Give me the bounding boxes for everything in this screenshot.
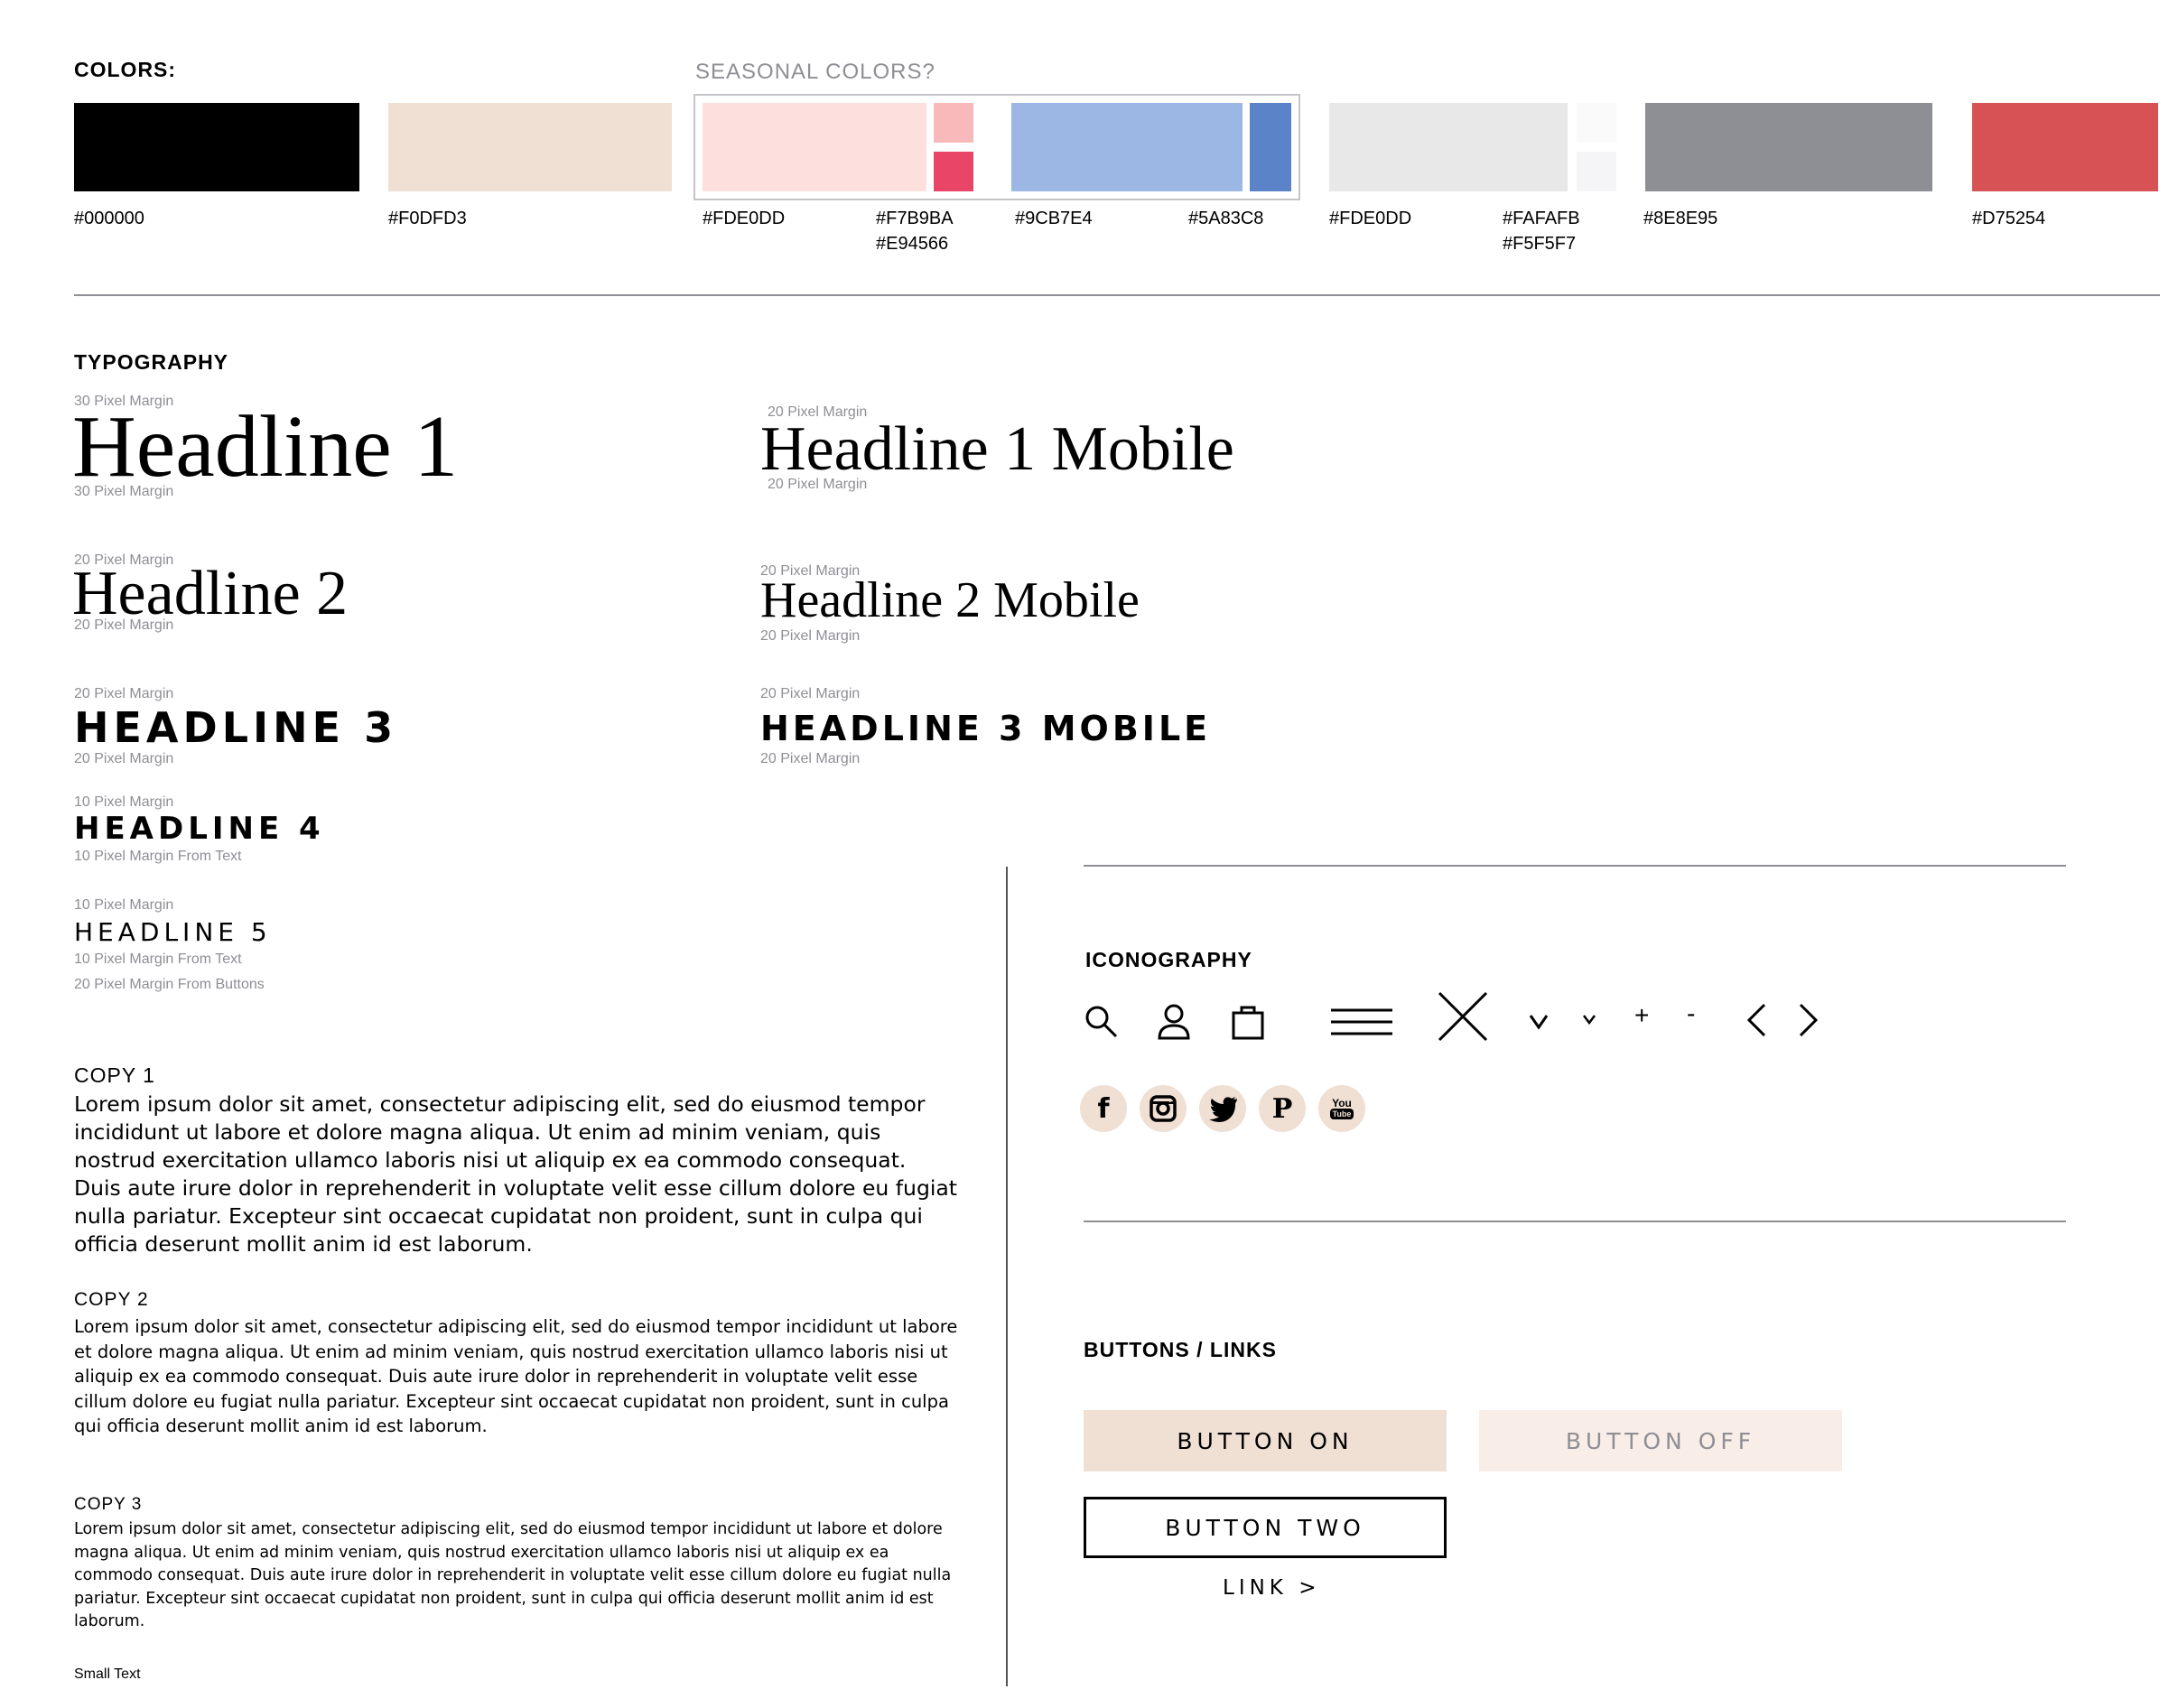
hex-pink-light: #FDE0DD (703, 209, 786, 228)
twitter-glyph (1209, 1097, 1237, 1122)
iconography-title: ICONOGRAPHY (1085, 948, 1252, 971)
divider-colors (74, 294, 2160, 296)
hex-black: #000000 (74, 209, 144, 228)
small-text: Small Text (74, 1666, 141, 1682)
bag-icon[interactable] (1230, 1002, 1266, 1042)
instagram-glyph (1150, 1095, 1177, 1122)
swatch-black (74, 103, 359, 191)
divider-iconography-bottom (1084, 1221, 2066, 1222)
chevron-right-icon[interactable] (1797, 1002, 1820, 1038)
swatch-tan (388, 103, 672, 191)
hex-blue-light: #9CB7E4 (1015, 209, 1093, 228)
link[interactable]: LINK > (1223, 1576, 1320, 1600)
youtube-glyph-top: You (1332, 1097, 1352, 1109)
swatch-blue-light (1011, 103, 1243, 191)
pinterest-icon[interactable]: P (1259, 1085, 1306, 1132)
margin-note: 20 Pixel Margin (74, 686, 174, 701)
copy-2-label: COPY 2 (74, 1289, 149, 1310)
headline-1: Headline 1 (72, 398, 459, 496)
facebook-icon[interactable]: f (1080, 1085, 1127, 1132)
facebook-glyph: f (1097, 1092, 1110, 1125)
margin-note: 10 Pixel Margin From Text (74, 951, 242, 967)
swatch-pink-light (703, 103, 926, 191)
swatch-blue-dark (1250, 103, 1291, 191)
menu-icon[interactable] (1329, 1006, 1394, 1038)
margin-note: 10 Pixel Margin From Text (74, 849, 242, 864)
copy-1-label: COPY 1 (74, 1063, 155, 1087)
margin-note: 30 Pixel Margin (74, 484, 174, 499)
copy-2-text: Lorem ipsum dolor sit amet, consectetur … (74, 1316, 958, 1436)
twitter-icon[interactable] (1199, 1085, 1246, 1132)
swatch-gray-lighter (1577, 103, 1616, 143)
colors-title: COLORS: (74, 58, 177, 81)
minus-icon[interactable]: - (1687, 1000, 1695, 1027)
margin-note: 20 Pixel Margin (74, 751, 174, 766)
margin-note: 20 Pixel Margin From Buttons (74, 977, 265, 992)
instagram-icon[interactable] (1140, 1085, 1187, 1132)
margin-note: 20 Pixel Margin (760, 751, 861, 766)
hex-gray-light: #FDE0DD (1329, 209, 1412, 228)
margin-note: 20 Pixel Margin (74, 617, 174, 633)
chevron-down-icon[interactable] (1528, 1011, 1550, 1031)
youtube-glyph-bottom: Tube (1329, 1109, 1354, 1119)
copy-1-text: Lorem ipsum dolor sit amet, consectetur … (74, 1091, 958, 1257)
hex-red: #D75254 (1972, 209, 2046, 228)
swatch-red (1972, 103, 2158, 191)
chevron-left-icon[interactable] (1745, 1002, 1768, 1038)
search-icon[interactable] (1084, 1004, 1120, 1040)
plus-icon[interactable]: + (1634, 1002, 1649, 1029)
button-off[interactable]: BUTTON OFF (1479, 1410, 1842, 1471)
hex-blue-dark: #5A83C8 (1188, 209, 1264, 228)
swatch-gray-lightest (1577, 152, 1616, 191)
typography-title: TYPOGRAPHY (74, 350, 229, 374)
buttons-title: BUTTONS / LINKS (1084, 1338, 1277, 1361)
headline-2-mobile: Headline 2 Mobile (760, 572, 1140, 628)
headline-4: HEADLINE 4 (74, 811, 325, 847)
margin-note: 10 Pixel Margin (74, 897, 174, 913)
pinterest-glyph: P (1271, 1092, 1293, 1125)
margin-note: 20 Pixel Margin (760, 686, 861, 701)
headline-3: HEADLINE 3 (74, 703, 398, 752)
button-on[interactable]: BUTTON ON (1084, 1410, 1447, 1471)
swatch-gray-light (1329, 103, 1568, 191)
youtube-icon[interactable]: You Tube (1318, 1085, 1365, 1132)
swatch-gray-dark (1645, 103, 1932, 191)
margin-note: 20 Pixel Margin (760, 628, 861, 644)
close-icon[interactable] (1436, 989, 1490, 1044)
hex-tan: #F0DFD3 (388, 209, 467, 228)
headline-3-mobile: HEADLINE 3 MOBILE (760, 709, 1212, 748)
button-two[interactable]: BUTTON TWO (1084, 1497, 1447, 1558)
headline-5: HEADLINE 5 (74, 917, 272, 947)
hex-pink-small: #F7B9BA #E94566 (876, 209, 954, 254)
vertical-divider (1006, 867, 1008, 1686)
user-icon[interactable] (1156, 1002, 1192, 1042)
chevron-down-small-icon[interactable] (1582, 1013, 1596, 1026)
divider-iconography-top (1084, 865, 2066, 867)
hex-gray-dark: #8E8E95 (1643, 209, 1718, 228)
copy-3-text: Lorem ipsum dolor sit amet, consectetur … (74, 1520, 952, 1630)
margin-note: 20 Pixel Margin (768, 477, 868, 492)
seasonal-colors-title: SEASONAL COLORS? (695, 60, 935, 84)
hex-gray-small: #FAFAFB #F5F5F7 (1503, 209, 1580, 254)
swatch-pink-dark (934, 152, 973, 191)
swatch-pink-mid (934, 103, 973, 143)
copy-3-label: COPY 3 (74, 1495, 143, 1514)
